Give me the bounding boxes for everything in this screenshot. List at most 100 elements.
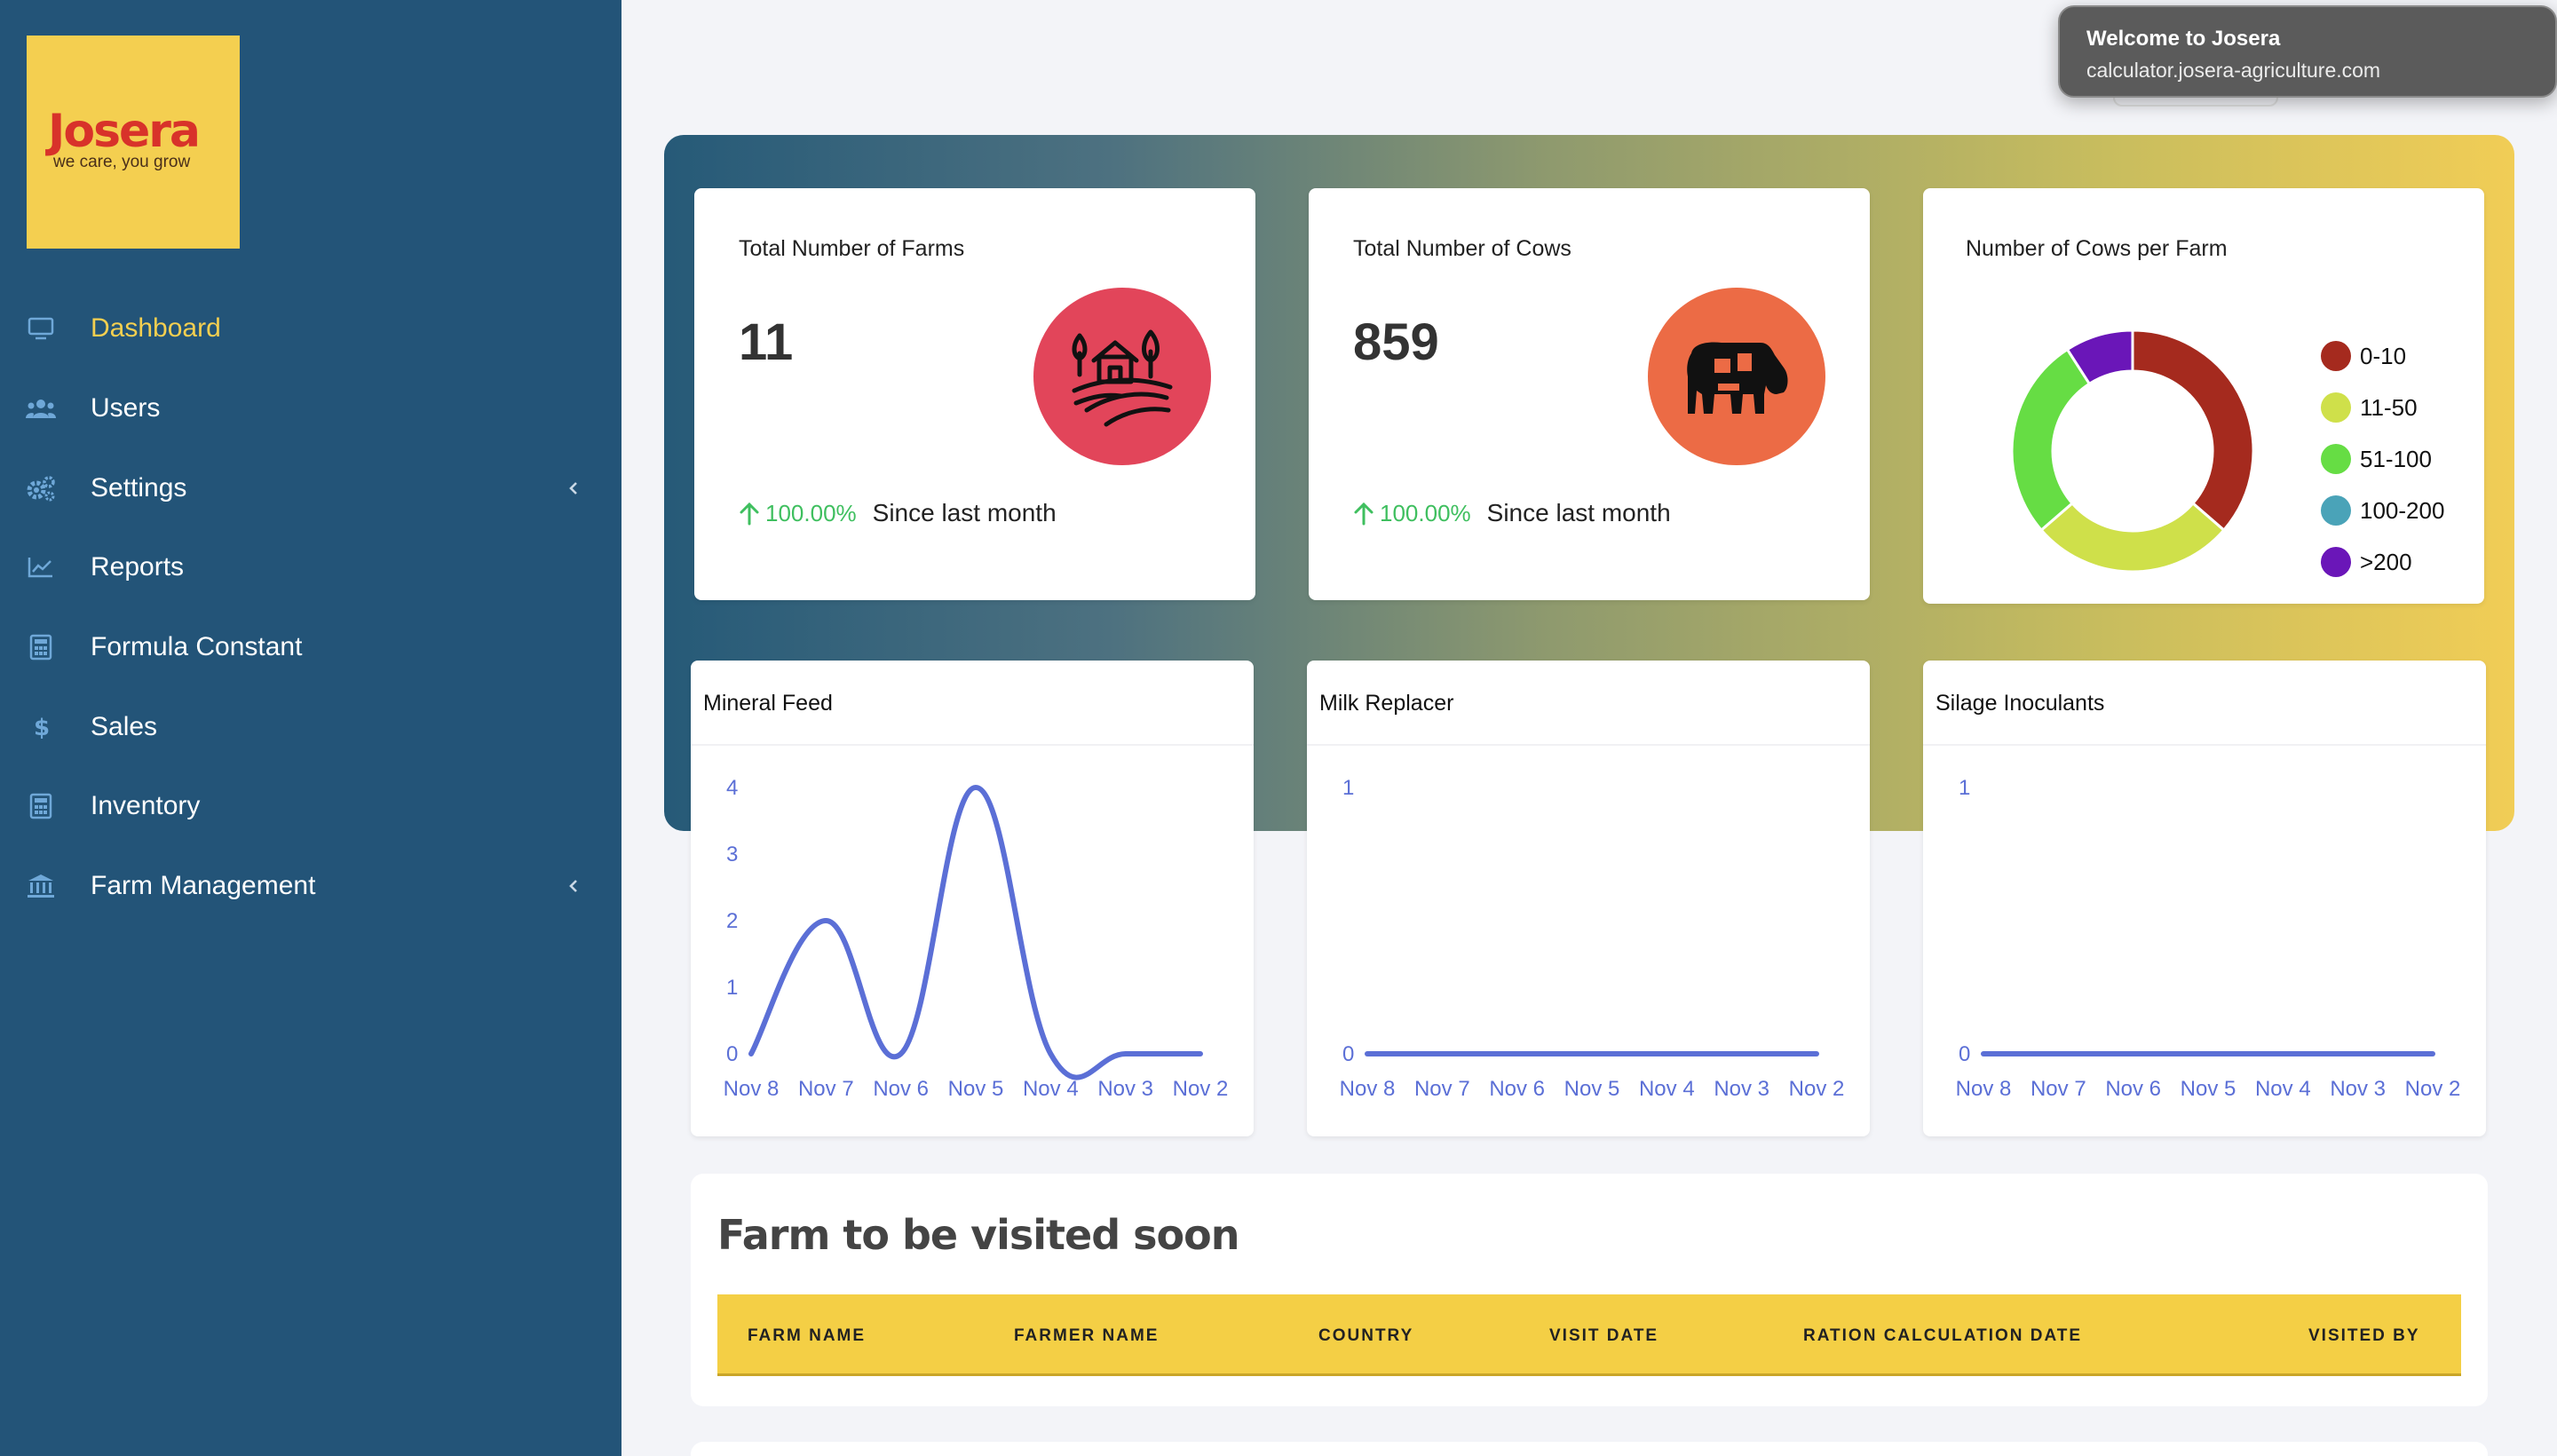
series-line: [748, 784, 1203, 1080]
legend-item[interactable]: >200: [2321, 536, 2444, 588]
cows-stat-title: Total Number of Cows: [1353, 236, 1571, 261]
y-tick-label: 1: [1959, 776, 1970, 800]
line-chart: 0 1 Nov 8 Nov 7 Nov 6 Nov 5 Nov 4 Nov 3 Nov 2: [1340, 776, 1845, 1101]
y-tick-label: 1: [726, 976, 738, 1000]
cows-stat-value: 859: [1353, 313, 1439, 371]
cows-per-farm-card: Number of Cows per Farm 0-10 11-50 51-100 1…: [1923, 188, 2484, 604]
arrow-up-icon: [1354, 502, 1373, 526]
x-tick-label: Nov 3: [2330, 1077, 2386, 1101]
x-tick-label: Nov 4: [1023, 1077, 1079, 1101]
sidebar-item-dashboard[interactable]: Dashboard: [0, 302, 621, 355]
bank-icon: [25, 870, 57, 902]
legend-item[interactable]: 0-10: [2321, 330, 2444, 382]
svg-text:$: $: [34, 715, 50, 740]
sidebar-item-settings[interactable]: Settings: [0, 462, 621, 515]
chart-title: Mineral Feed: [703, 691, 833, 716]
x-tick-label: Nov 5: [2181, 1077, 2236, 1101]
mineral-feed-card: Mineral Feed 0 1 2 3 4 Nov 8 Nov 7 Nov 6 Nov 5 Nov…: [691, 661, 1254, 1136]
x-tick-label: Nov 4: [1639, 1077, 1695, 1101]
chevron-left-icon[interactable]: [565, 479, 582, 497]
calculator-icon: [25, 631, 57, 663]
sidebar-item-label: Inventory: [91, 791, 201, 820]
line-chart: 0 1 2 3 4 Nov 8 Nov 7 Nov 6 Nov 5 Nov 4 Nov 3 Nov 2: [724, 776, 1229, 1101]
legend-label: 11-50: [2360, 393, 2418, 421]
sidebar-item-users[interactable]: Users: [0, 382, 621, 435]
y-tick-label: 4: [726, 776, 738, 800]
notification-subtitle: calculator.josera-agriculture.com: [2086, 59, 2381, 82]
cows-change-percent: 100.00%: [1380, 499, 1471, 526]
x-tick-label: Nov 2: [2405, 1077, 2461, 1101]
gears-icon: [25, 472, 57, 504]
sidebar-item-label: Settings: [91, 473, 187, 502]
chart-title: Milk Replacer: [1319, 691, 1454, 716]
cows-stat-card: Total Number of Cows 859 100.00% Since l…: [1309, 188, 1870, 600]
farms-stat-value: 11: [739, 313, 794, 371]
y-tick-label: 0: [726, 1042, 738, 1066]
x-tick-label: Nov 5: [948, 1077, 1004, 1101]
y-tick-label: 1: [1342, 776, 1354, 800]
farm-visits-title: Farm to be visited soon: [717, 1211, 1240, 1259]
cow-icon: [1648, 288, 1825, 465]
josera-logo[interactable]: Josera we care, you grow: [27, 36, 240, 249]
x-tick-label: Nov 7: [1414, 1077, 1470, 1101]
legend-item[interactable]: 11-50: [2321, 382, 2444, 433]
farm-visits-card: Farm to be visited soon FARM NAME FARMER…: [691, 1174, 2488, 1406]
donut-chart-title: Number of Cows per Farm: [1966, 236, 2228, 261]
sidebar-item-label: Formula Constant: [91, 632, 303, 661]
legend-swatch: [2321, 341, 2351, 371]
legend-swatch: [2321, 547, 2351, 577]
dollar-icon: $: [25, 711, 57, 743]
welcome-notification[interactable]: Welcome to Josera calculator.josera-agri…: [2058, 5, 2557, 98]
legend-item[interactable]: 51-100: [2321, 433, 2444, 485]
legend-swatch: [2321, 444, 2351, 474]
chart-title: Silage Inoculants: [1936, 691, 2105, 716]
sidebar-item-sales[interactable]: $ Sales: [0, 700, 621, 754]
y-tick-label: 0: [1959, 1042, 1970, 1066]
donut-legend: 0-10 11-50 51-100 100-200 >200: [2321, 330, 2444, 588]
sidebar-item-inventory[interactable]: Inventory: [0, 779, 621, 833]
column-farmer-name[interactable]: FARMER NAME: [1014, 1326, 1159, 1346]
sidebar-item-reports[interactable]: Reports: [0, 541, 621, 594]
column-country[interactable]: COUNTRY: [1318, 1326, 1413, 1346]
legend-label: >200: [2360, 548, 2412, 575]
line-chart: 0 1 Nov 8 Nov 7 Nov 6 Nov 5 Nov 4 Nov 3 Nov 2: [1956, 776, 2461, 1101]
legend-swatch: [2321, 495, 2351, 526]
donut-slice-0-10[interactable]: [2131, 328, 2255, 533]
sidebar: Josera we care, you grow Dashboard Users S…: [0, 0, 621, 1456]
sidebar-item-farm-management[interactable]: Farm Management: [0, 859, 621, 913]
donut-slice-51-100[interactable]: [2010, 347, 2092, 533]
cows-change-label: Since last month: [1486, 499, 1671, 526]
column-visit-date[interactable]: VISIT DATE: [1549, 1326, 1658, 1346]
farm-visits-table-header: FARM NAME FARMER NAME COUNTRY VISIT DATE…: [717, 1294, 2461, 1376]
x-tick-label: Nov 2: [1789, 1077, 1845, 1101]
x-tick-label: Nov 6: [1489, 1077, 1545, 1101]
x-tick-label: Nov 4: [2255, 1077, 2311, 1101]
column-farm-name[interactable]: FARM NAME: [748, 1326, 866, 1346]
farms-stat-card: Total Number of Farms 11 100.00% Since l…: [694, 188, 1255, 600]
column-visited-by[interactable]: VISITED BY: [2308, 1326, 2420, 1346]
cows-stat-change: 100.00% Since last month: [1351, 499, 1671, 527]
x-tick-label: Nov 7: [798, 1077, 854, 1101]
x-tick-label: Nov 6: [873, 1077, 929, 1101]
chevron-left-icon[interactable]: [565, 877, 582, 895]
silage-inoculants-card: Silage Inoculants 0 1 Nov 8 Nov 7 Nov 6 Nov 5 N…: [1923, 661, 2486, 1136]
donut-slice-11-50[interactable]: [2039, 501, 2226, 574]
x-tick-label: Nov 6: [2105, 1077, 2161, 1101]
sidebar-item-label: Sales: [91, 712, 158, 741]
sidebar-item-label: Users: [91, 393, 161, 423]
x-tick-label: Nov 8: [724, 1077, 780, 1101]
farms-stat-title: Total Number of Farms: [739, 236, 965, 261]
x-tick-label: Nov 8: [1956, 1077, 2012, 1101]
users-icon: [25, 392, 57, 424]
chart-line-icon: [25, 551, 57, 583]
farms-change-percent: 100.00%: [765, 499, 857, 526]
y-tick-label: 3: [726, 843, 738, 866]
x-tick-label: Nov 7: [2031, 1077, 2086, 1101]
column-ration-calculation-date[interactable]: RATION CALCULATION DATE: [1803, 1326, 2082, 1346]
logo-tagline: we care, you grow: [53, 153, 191, 171]
y-tick-label: 2: [726, 909, 738, 933]
notification-title: Welcome to Josera: [2086, 27, 2281, 51]
legend-item[interactable]: 100-200: [2321, 485, 2444, 536]
sidebar-item-formula-constant[interactable]: Formula Constant: [0, 621, 621, 674]
sidebar-item-label: Dashboard: [91, 313, 221, 343]
